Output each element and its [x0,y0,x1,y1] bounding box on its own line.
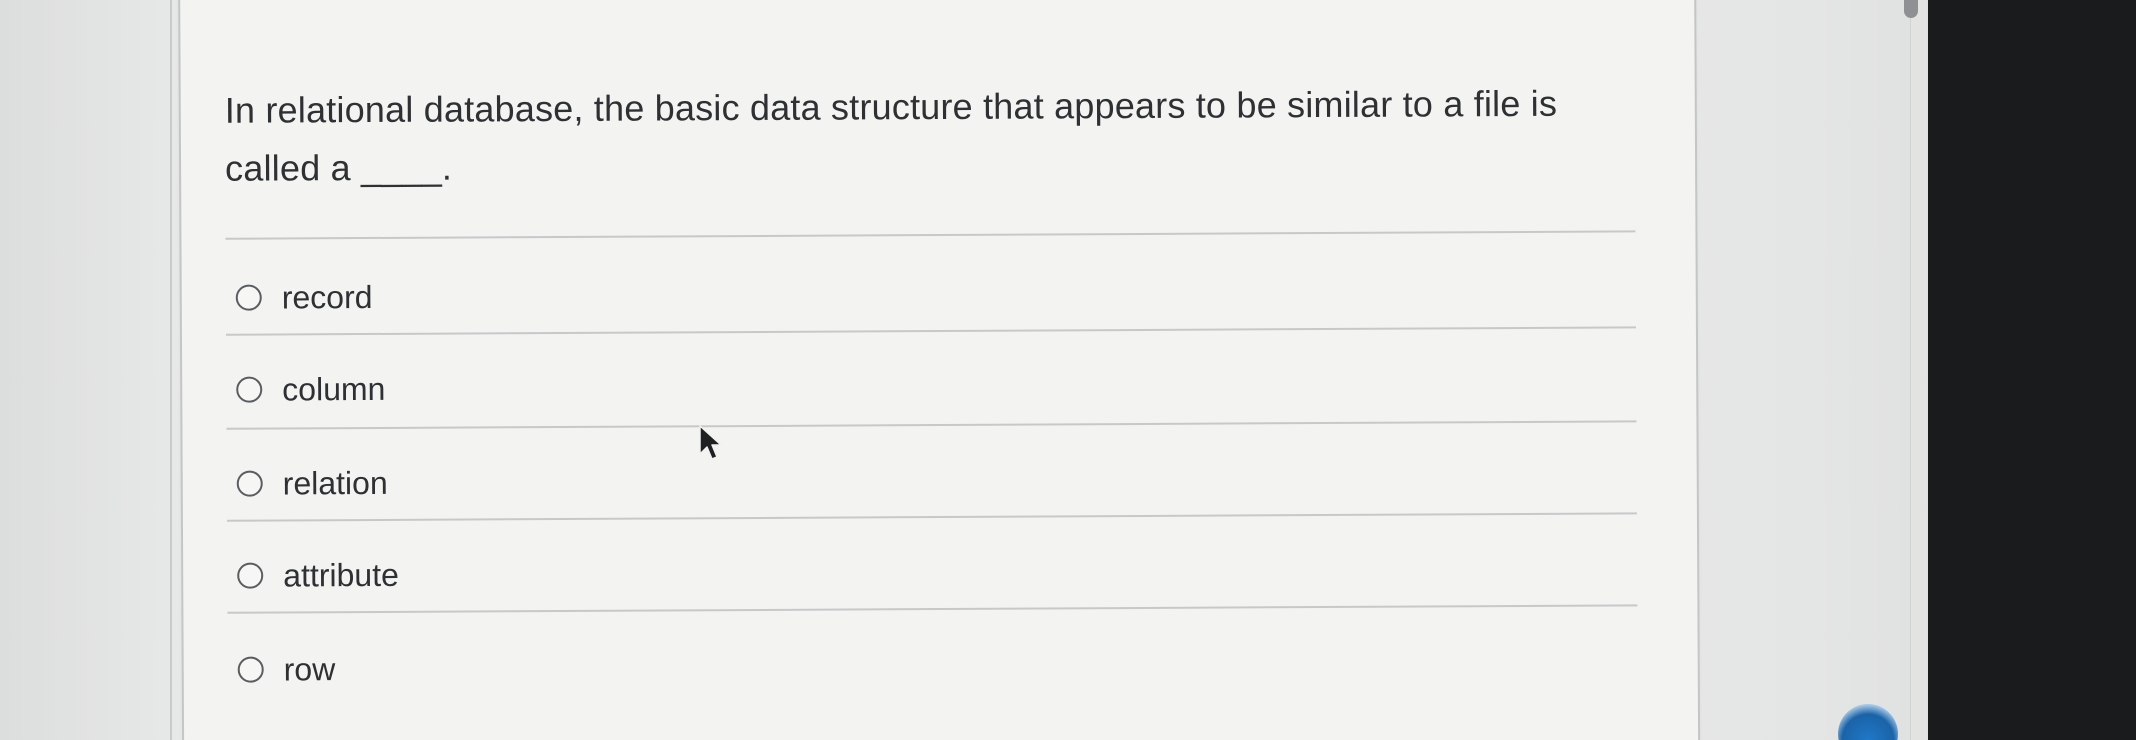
question-line-1: In relational database, the basic data s… [224,82,1558,131]
arrow-pointer-icon [699,425,722,460]
question-text: In relational database, the basic data s… [225,75,1606,198]
radio-unchecked-icon[interactable] [237,562,264,589]
divider [226,420,1637,430]
divider [225,230,1636,240]
scrollbar-thumb[interactable] [1904,0,1918,18]
option-attribute[interactable]: attribute [237,555,399,596]
divider [225,326,1636,336]
divider [226,512,1637,522]
option-column[interactable]: column [236,369,385,410]
radio-unchecked-icon[interactable] [236,376,263,403]
option-label: relation [282,464,388,502]
option-row[interactable]: row [237,649,336,690]
option-label: row [283,651,336,688]
option-record[interactable]: record [235,277,373,318]
option-relation[interactable]: relation [236,463,388,504]
radio-unchecked-icon[interactable] [235,284,262,311]
option-label: attribute [283,556,399,594]
option-label: column [282,370,386,408]
divider [227,604,1638,614]
question-card: In relational database, the basic data s… [178,0,1701,740]
radio-unchecked-icon[interactable] [237,656,264,683]
monitor-bezel [1928,0,2136,740]
question-line-2: called a ____. [224,146,453,189]
screen: In relational database, the basic data s… [0,0,2136,740]
option-label: record [281,278,373,316]
help-widget-icon[interactable] [1838,704,1898,740]
page-edge [170,0,172,740]
radio-unchecked-icon[interactable] [236,470,263,497]
scrollbar-track[interactable] [1910,0,1927,740]
